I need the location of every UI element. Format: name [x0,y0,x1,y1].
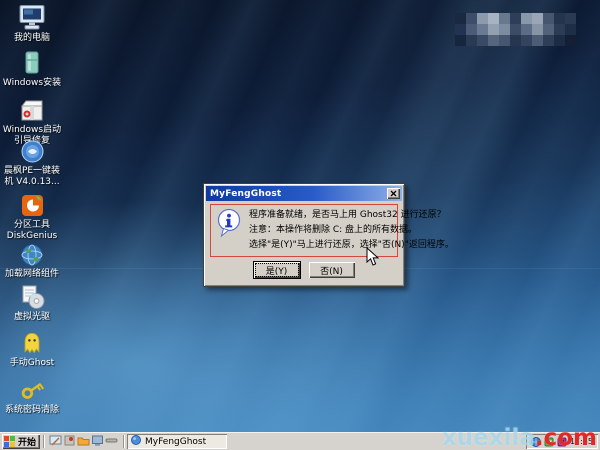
my-computer-icon [17,3,47,31]
start-button[interactable]: 开始 [2,434,41,449]
folder-icon[interactable] [77,432,90,450]
app-icon [131,434,142,449]
pe-installer-icon [20,136,45,164]
system-tray: 17:55 [526,434,598,449]
message-line: 程序准备就绪，是否马上用 Ghost32 进行还原？ [249,210,446,220]
repair-box-icon [18,95,46,123]
tray-app-icon[interactable] [557,432,567,450]
desktop-icon-windows-install[interactable]: Windows安装 [1,48,63,89]
key-icon [18,375,46,403]
clock: 17:55 [569,437,593,446]
quick-launch [47,432,120,450]
desktop-icon-label: Windows安装 [2,78,62,88]
desktop: 我的电脑 Windows安装 Windows启动 引导修复 晨枫PE一键装 机 … [0,0,600,432]
desktop-icon-label: 虚拟光驱 [13,312,50,322]
virtual-cd-icon [18,282,46,310]
censored-watermark-mosaic [455,13,576,46]
desktop-icon-password-clear[interactable]: 系统密码清除 [1,375,63,416]
desktop-icon-label: 手动Ghost [9,358,55,368]
show-desktop-icon[interactable] [49,432,62,450]
desktop-icon-manual-ghost[interactable]: 手动Ghost [1,328,63,369]
no-button[interactable]: 否(N) [308,262,355,278]
tray-status-icon[interactable] [544,432,554,450]
tool-icon[interactable] [105,432,118,450]
dialog-message: 程序准备就绪，是否马上用 Ghost32 进行还原？ 注意：本操作将删除 C: … [249,208,454,253]
close-icon[interactable] [387,188,400,199]
info-icon [216,208,242,242]
tray-network-icon[interactable] [530,432,541,450]
task-button-label: MyFengGhost [145,436,207,447]
desktop-icon-label: 我的电脑 [13,33,50,43]
no-button-label: 否(N) [320,266,343,277]
dialog-titlebar[interactable]: MyFengGhost [206,186,402,201]
yes-button[interactable]: 是(Y) [252,261,301,279]
dialog-title: MyFengGhost [210,188,282,199]
desktop-icon-network-components[interactable]: 加载网络组件 [1,239,63,280]
quick-launch-app-icon[interactable] [63,432,76,450]
mouse-cursor [366,246,380,271]
taskbar: 开始 MyFengGhost 17:55 [0,432,600,450]
display-icon[interactable] [91,432,104,450]
message-line: 注意：本操作将删除 C: 盘上的所有数据。 [249,225,418,235]
taskbar-separator [43,435,45,448]
ghost-icon [19,328,45,356]
diskgenius-icon [20,190,45,218]
message-line: 选择"是(Y)"马上进行还原，选择"否(N)"返回程序。 [249,240,454,250]
desktop-icon-diskgenius[interactable]: 分区工具 DiskGenius [1,190,63,242]
taskbar-task-myfengghost[interactable]: MyFengGhost [127,434,228,449]
desktop-icon-label: 系统密码清除 [4,405,59,415]
install-box-icon [19,48,45,76]
yes-button-label: 是(Y) [254,263,299,277]
network-globe-icon [20,239,44,267]
desktop-icon-chenfeng-pe[interactable]: 晨枫PE一键装 机 V4.0.13... [1,136,63,188]
taskbar-separator [123,435,125,448]
desktop-icon-my-computer[interactable]: 我的电脑 [1,3,63,44]
myfengghost-dialog: MyFengGhost 程序准备就绪，是否马上用 Ghost32 进行还原？ 注… [203,183,454,287]
start-button-label: 开始 [18,438,37,448]
desktop-icon-virtual-cd[interactable]: 虚拟光驱 [1,282,63,323]
desktop-icon-label: 加载网络组件 [4,269,59,279]
windows-logo-icon [4,436,15,447]
desktop-icon-label: 晨枫PE一键装 机 V4.0.13... [3,166,61,187]
